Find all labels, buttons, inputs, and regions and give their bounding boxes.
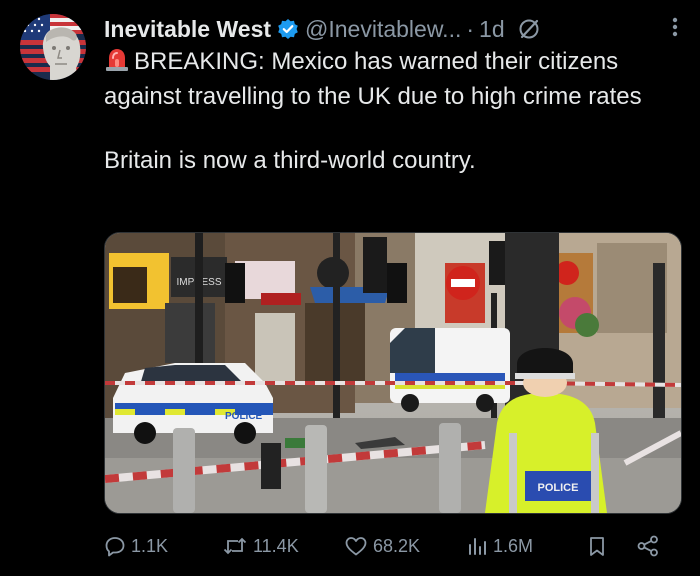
bookmark-icon (586, 535, 608, 557)
tweet-media-image[interactable]: IMPRESS (104, 232, 682, 514)
tweet-actions-bar: 1.1K 11.4K 68.2K 1.6M (104, 530, 674, 562)
repost-icon (222, 535, 248, 557)
tweet-header: Inevitable West @Inevitablew... · 1d (104, 12, 680, 46)
grok-icon[interactable] (517, 17, 541, 41)
more-vertical-icon[interactable] (670, 15, 680, 43)
tweet-body: BREAKING: Mexico has warned their citize… (104, 46, 684, 177)
like-count: 68.2K (373, 535, 421, 556)
author-name[interactable]: Inevitable West (104, 16, 271, 43)
repost-button[interactable]: 11.4K (222, 535, 344, 557)
share-button[interactable] (636, 535, 660, 557)
siren-emoji-icon (104, 46, 130, 81)
police-car-label: POLICE (225, 411, 263, 422)
police-jacket-label: POLICE (538, 482, 579, 494)
tweet-paragraph-2: Britain is now a third-world country. (104, 147, 476, 174)
tweet-paragraph-1: BREAKING: Mexico has warned their citize… (104, 46, 684, 113)
reply-button[interactable]: 1.1K (104, 535, 222, 557)
bookmark-button[interactable] (586, 535, 636, 557)
tweet-timestamp[interactable]: 1d (479, 16, 505, 43)
verified-badge-icon[interactable] (277, 18, 299, 40)
repost-count: 11.4K (253, 535, 299, 556)
tweet-text-breaking: BREAKING: Mexico has warned their citize… (104, 48, 642, 110)
views-button[interactable]: 1.6M (466, 535, 586, 557)
reply-count: 1.1K (131, 535, 169, 556)
author-avatar[interactable] (20, 14, 86, 80)
like-button[interactable]: 68.2K (344, 535, 466, 557)
reply-icon (104, 535, 126, 557)
views-count: 1.6M (493, 535, 534, 556)
author-handle[interactable]: @Inevitablew... (305, 16, 461, 43)
analytics-icon (466, 535, 488, 557)
share-icon (636, 535, 660, 557)
heart-icon (344, 535, 368, 557)
separator-dot: · (466, 15, 475, 42)
